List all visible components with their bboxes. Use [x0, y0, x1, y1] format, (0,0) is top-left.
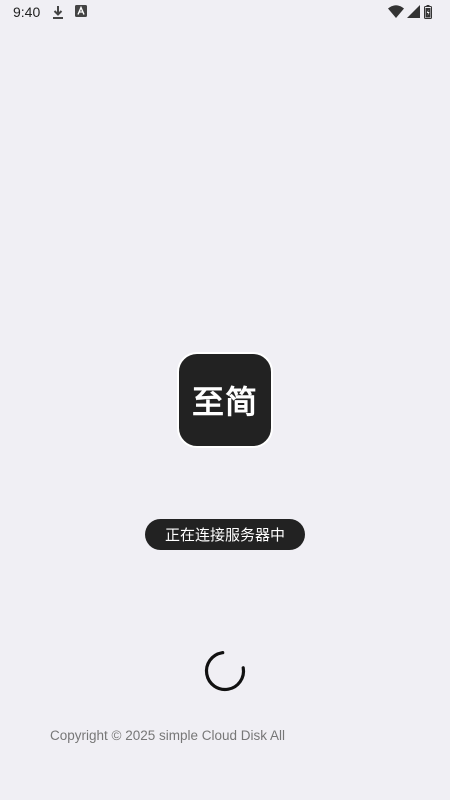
connection-status-text: 正在连接服务器中: [164, 526, 285, 544]
cell-signal-icon: [407, 5, 420, 18]
loading-spinner-icon: [204, 650, 246, 692]
download-icon: [53, 6, 63, 19]
status-right-icons: [388, 5, 438, 19]
autofill-icon: [75, 5, 87, 17]
app-logo: 至简: [177, 352, 273, 448]
status-bar: 9:40: [0, 0, 450, 26]
connection-status-pill: 正在连接服务器中: [145, 519, 305, 550]
wifi-icon: [388, 5, 404, 18]
app-logo-text: 至简: [191, 383, 258, 421]
battery-icon: [424, 5, 432, 19]
copyright-text: Copyright © 2025 simple Cloud Disk All: [50, 728, 286, 743]
status-time: 9:40: [13, 4, 41, 20]
